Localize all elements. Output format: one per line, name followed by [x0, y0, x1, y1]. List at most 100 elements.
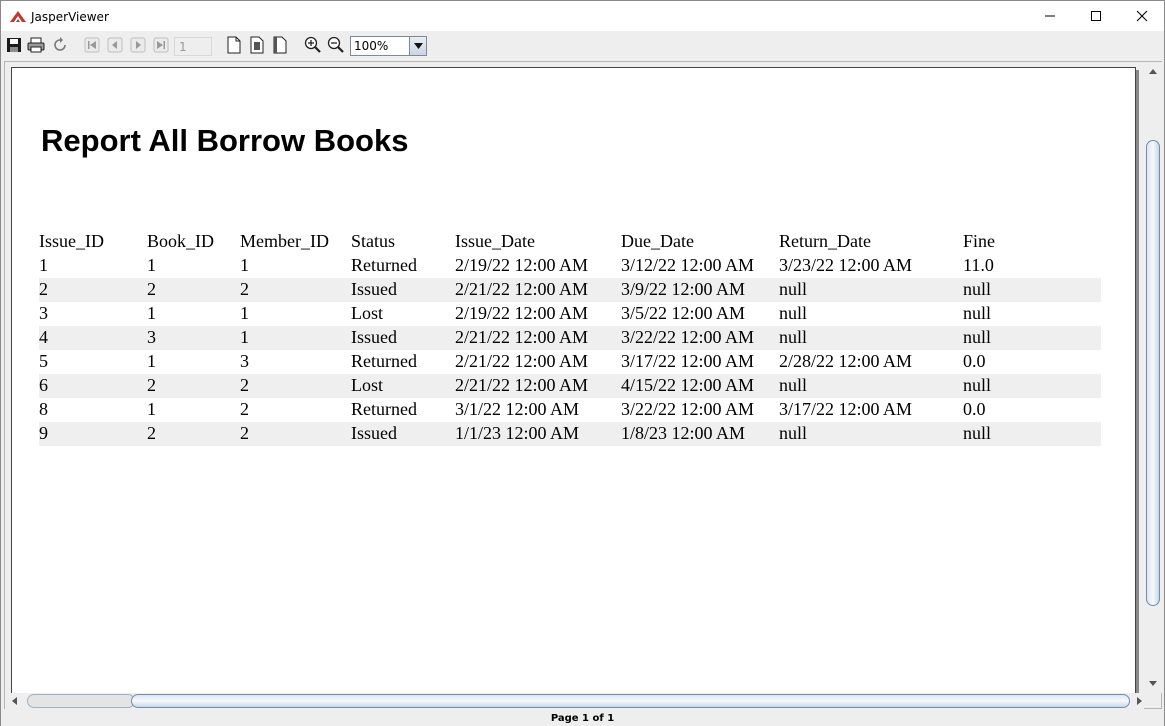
- table-cell: 3/17/22 12:00 AM: [621, 351, 755, 371]
- table-cell: 1: [147, 303, 156, 323]
- table-cell: null: [963, 279, 992, 299]
- last-page-icon: [153, 37, 169, 53]
- table-cell: 2/21/22 12:00 AM: [455, 327, 589, 347]
- table-cell: 2: [240, 399, 249, 419]
- table-cell: 9: [39, 423, 48, 443]
- next-page-button[interactable]: [128, 35, 148, 55]
- column-header: Fine: [963, 231, 996, 251]
- table-cell: 11.0: [963, 255, 994, 275]
- table-cell: 1: [240, 255, 249, 275]
- column-header: Book_ID: [147, 231, 214, 251]
- table-cell: 3/9/22 12:00 AM: [621, 279, 746, 299]
- zoom-in-button[interactable]: [303, 35, 323, 55]
- table-cell: 4: [39, 327, 48, 347]
- table-cell: 3/22/22 12:00 AM: [621, 327, 755, 347]
- table-cell: Returned: [351, 351, 417, 371]
- table-cell: 1: [240, 303, 249, 323]
- column-header: Return_Date: [779, 231, 871, 251]
- table-cell: Lost: [351, 303, 384, 323]
- page-status-label: Page 1 of 1: [550, 713, 615, 724]
- scroll-right-button[interactable]: [1132, 693, 1146, 709]
- table-cell: null: [779, 279, 808, 299]
- vertical-scroll-thumb[interactable]: [1146, 140, 1160, 606]
- table-cell: 2/21/22 12:00 AM: [455, 279, 589, 299]
- save-button[interactable]: [4, 35, 24, 55]
- table-cell: 2/21/22 12:00 AM: [455, 375, 589, 395]
- table-cell: 2: [147, 279, 156, 299]
- zoom-out-button[interactable]: [326, 35, 346, 55]
- table-cell: 2: [39, 279, 48, 299]
- table-cell: 1: [147, 255, 156, 275]
- scroll-left-button[interactable]: [7, 693, 21, 709]
- close-button[interactable]: [1119, 1, 1165, 31]
- table-row: 2 2 2 Issued 2/21/22 12:00 AM 3/9/22 12:…: [39, 278, 1101, 302]
- table-cell: 2: [240, 375, 249, 395]
- reload-button[interactable]: [50, 35, 70, 55]
- column-header: Due_Date: [621, 231, 694, 251]
- table-cell: 2: [147, 375, 156, 395]
- horizontal-scrollbar[interactable]: [5, 693, 1144, 709]
- table-cell: null: [963, 303, 992, 323]
- reload-icon: [54, 37, 66, 51]
- table-cell: 3/23/22 12:00 AM: [779, 255, 913, 275]
- actual-size-icon: [227, 36, 241, 54]
- minimize-icon: [1045, 15, 1055, 17]
- page-number-input[interactable]: 1: [174, 37, 212, 56]
- viewer-toolbar: 1: [1, 32, 1164, 59]
- table-row: 4 3 1 Issued 2/21/22 12:00 AM 3/22/22 12…: [39, 326, 1101, 350]
- horizontal-scroll-track[interactable]: [27, 694, 135, 708]
- actual-size-button[interactable]: [224, 35, 244, 55]
- horizontal-scroll-thumb[interactable]: [131, 694, 1130, 708]
- table-cell: 1/8/23 12:00 AM: [621, 423, 746, 443]
- table-cell: null: [963, 423, 992, 443]
- print-button[interactable]: [26, 35, 46, 55]
- minimize-button[interactable]: [1027, 1, 1073, 31]
- zoom-value[interactable]: 100%: [354, 39, 388, 53]
- table-cell: 3: [147, 327, 156, 347]
- table-row: 3 1 1 Lost 2/19/22 12:00 AM 3/5/22 12:00…: [39, 302, 1101, 326]
- first-page-button[interactable]: [82, 35, 102, 55]
- fit-width-icon: [273, 36, 287, 54]
- table-cell: null: [779, 303, 808, 323]
- last-page-button[interactable]: [151, 35, 171, 55]
- table-cell: 2/19/22 12:00 AM: [455, 255, 589, 275]
- window-title: JasperViewer: [31, 10, 109, 24]
- chevron-right-icon: [1136, 697, 1142, 705]
- column-header: Issue_Date: [455, 231, 535, 251]
- scroll-down-button[interactable]: [1144, 676, 1162, 690]
- title-bar: JasperViewer: [1, 1, 1164, 31]
- table-cell: 3/12/22 12:00 AM: [621, 255, 755, 275]
- fit-page-button[interactable]: [247, 35, 267, 55]
- fit-page-icon: [250, 36, 264, 54]
- table-cell: Issued: [351, 279, 397, 299]
- maximize-button[interactable]: [1073, 1, 1119, 31]
- scroll-up-button[interactable]: [1144, 64, 1162, 78]
- table-cell: 0.0: [963, 399, 986, 419]
- zoom-dropdown-button[interactable]: [409, 37, 426, 55]
- table-cell: Returned: [351, 399, 417, 419]
- table-cell: 1/1/23 12:00 AM: [455, 423, 580, 443]
- zoom-select[interactable]: 100%: [350, 36, 427, 56]
- column-header: Status: [351, 231, 396, 251]
- table-cell: 1: [39, 255, 48, 275]
- chevron-down-icon: [1149, 680, 1157, 686]
- vertical-scrollbar[interactable]: [1144, 62, 1162, 693]
- fit-width-button[interactable]: [270, 35, 290, 55]
- chevron-up-icon: [1149, 68, 1157, 74]
- table-cell: 5: [39, 351, 48, 371]
- table-cell: Returned: [351, 255, 417, 275]
- jasper-logo-icon: [10, 11, 26, 22]
- zoom-in-icon: [304, 36, 321, 53]
- table-cell: 3: [240, 351, 249, 371]
- status-bar: Page 1 of 1: [1, 710, 1164, 726]
- table-cell: 1: [240, 327, 249, 347]
- borrow-table: Issue_ID Book_ID Member_ID Status Issue_…: [39, 230, 1101, 446]
- table-row: 1 1 1 Returned 2/19/22 12:00 AM 3/12/22 …: [39, 254, 1101, 278]
- previous-page-icon: [107, 37, 123, 53]
- table-cell: 3: [39, 303, 48, 323]
- first-page-icon: [84, 37, 100, 53]
- close-icon: [1136, 10, 1148, 22]
- table-cell: 2: [147, 423, 156, 443]
- previous-page-button[interactable]: [105, 35, 125, 55]
- next-page-icon: [130, 37, 146, 53]
